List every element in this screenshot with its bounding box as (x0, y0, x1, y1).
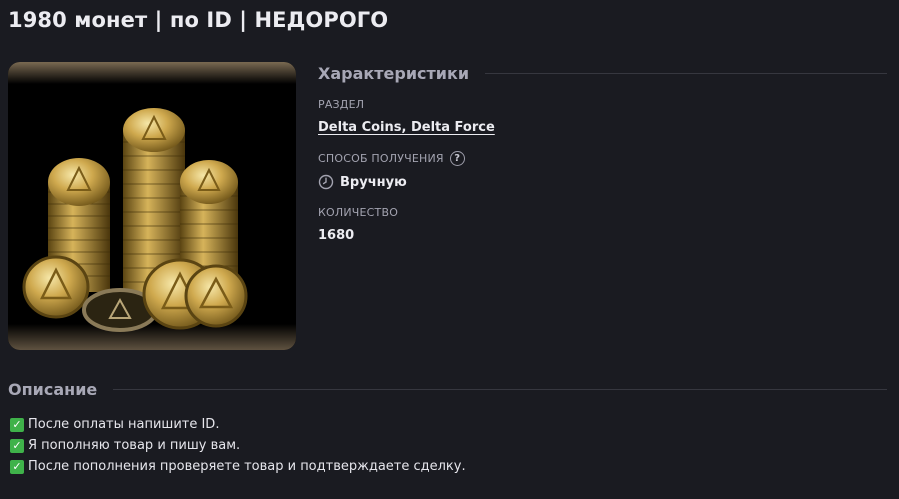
description-divider (113, 388, 887, 390)
method-label-text: СПОСОБ ПОЛУЧЕНИЯ (318, 152, 444, 165)
description-line: ✓ После пополнения проверяете товар и по… (10, 456, 466, 477)
description-heading-text: Описание (8, 379, 98, 399)
quantity-label: КОЛИЧЕСТВО (318, 206, 399, 219)
question-circle-icon[interactable]: ? (449, 151, 465, 166)
product-title: 1980 монет | по ID | НЕДОРОГО (8, 8, 389, 32)
quantity-value: 1680 (318, 228, 355, 243)
method-value-text: Вручную (340, 174, 407, 190)
product-image[interactable] (8, 62, 296, 350)
description-list: ✓ После оплаты напишите ID. ✓ Я пополняю… (10, 414, 466, 477)
specs-heading-text: Характеристики (318, 63, 470, 83)
specs-heading: Характеристики (318, 62, 887, 84)
description-line: ✓ После оплаты напишите ID. (10, 414, 466, 435)
section-label: РАЗДЕЛ (318, 98, 365, 111)
section-link[interactable]: Delta Coins, Delta Force (318, 120, 495, 135)
clock-icon (318, 174, 334, 190)
check-mark-icon: ✓ (10, 459, 24, 474)
specs-divider (485, 72, 887, 74)
method-label: СПОСОБ ПОЛУЧЕНИЯ ? (318, 151, 465, 166)
description-line-text: Я пополняю товар и пишу вам. (28, 438, 241, 453)
description-line: ✓ Я пополняю товар и пишу вам. (10, 435, 466, 456)
description-line-text: После пополнения проверяете товар и подт… (28, 459, 466, 474)
method-value: Вручную (318, 174, 407, 190)
check-mark-icon: ✓ (10, 438, 24, 453)
description-line-text: После оплаты напишите ID. (28, 417, 220, 432)
description-heading: Описание (8, 378, 887, 400)
check-mark-icon: ✓ (10, 417, 24, 432)
